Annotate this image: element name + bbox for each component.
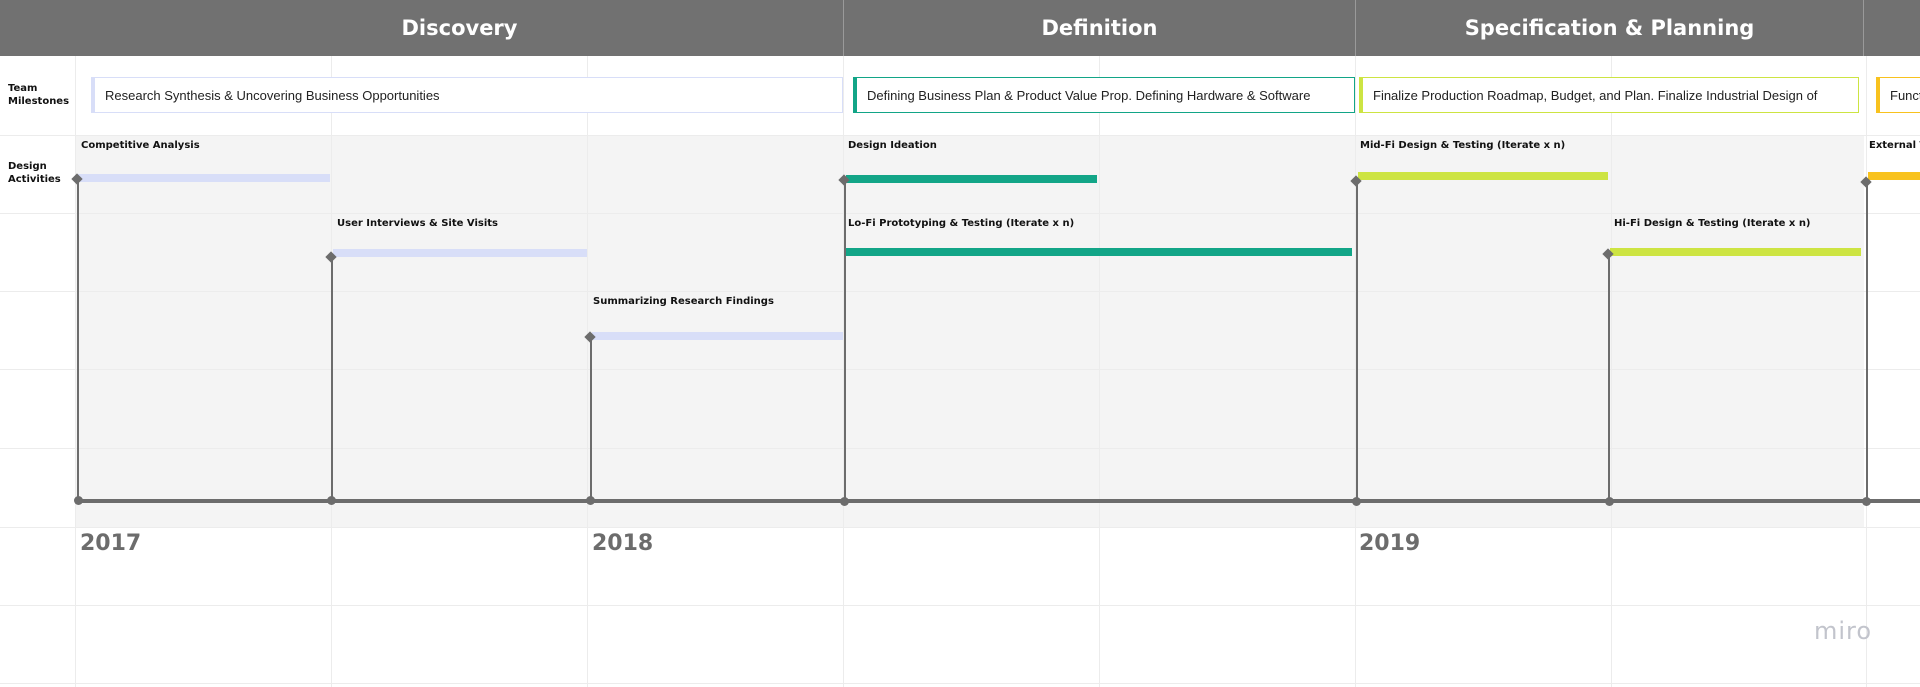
timeline-point <box>327 496 336 505</box>
phase-header-discovery: Discovery <box>76 0 843 56</box>
activity-bar[interactable] <box>1610 248 1861 256</box>
grid-line <box>587 56 588 687</box>
grid-line <box>0 213 1920 214</box>
year-label: 2019 <box>1359 531 1421 556</box>
activity-stem <box>590 337 592 501</box>
activity-stem <box>1866 182 1868 501</box>
activity-bar[interactable] <box>1868 172 1920 180</box>
activity-label: Summarizing Research Findings <box>593 296 774 307</box>
activity-stem <box>1356 180 1358 501</box>
activity-label: Competitive Analysis <box>81 140 200 151</box>
activity-stem <box>1608 254 1610 501</box>
grid-line <box>0 369 1920 370</box>
activity-label: Hi-Fi Design & Testing (Iterate x n) <box>1614 218 1811 229</box>
timeline-point <box>586 496 595 505</box>
milestone-text: Finalize Production Roadmap, Budget, and… <box>1373 87 1818 103</box>
grid-line <box>0 448 1920 449</box>
activity-bar[interactable] <box>846 248 1352 256</box>
grid-line <box>0 683 1920 684</box>
milestone-card[interactable]: Funct <box>1876 77 1920 113</box>
activity-bar[interactable] <box>846 175 1097 183</box>
miro-logo: miro <box>1814 617 1873 645</box>
grid-line <box>0 605 1920 606</box>
activity-bar[interactable] <box>1358 172 1608 180</box>
grid-line <box>0 291 1920 292</box>
activity-label: User Interviews & Site Visits <box>337 218 498 229</box>
milestone-text: Research Synthesis & Uncovering Business… <box>105 87 440 103</box>
activity-label: Lo-Fi Prototyping & Testing (Iterate x n… <box>848 218 1075 229</box>
grid-line <box>0 135 1920 136</box>
timeline-board: Discovery Definition Specification & Pla… <box>0 0 1920 687</box>
phase-header-definition: Definition <box>843 0 1355 56</box>
timeline-point <box>840 497 849 506</box>
activity-stem <box>844 180 846 501</box>
phase-header-next <box>1863 0 1920 56</box>
activity-label: Design Ideation <box>848 140 937 151</box>
activity-stem <box>77 180 79 501</box>
milestone-card[interactable]: Defining Business Plan & Product Value P… <box>853 77 1355 113</box>
year-label: 2018 <box>592 531 654 556</box>
activity-label: Mid-Fi Design & Testing (Iterate x n) <box>1360 140 1566 151</box>
grid-line <box>1099 56 1100 687</box>
activity-label: External Te <box>1869 140 1920 151</box>
row-label-design-activities: Design Activities <box>8 161 61 185</box>
year-label: 2017 <box>80 531 142 556</box>
grid-line <box>0 527 1920 528</box>
activity-bar[interactable] <box>78 174 330 182</box>
timeline-point <box>1862 497 1871 506</box>
grid-line <box>75 56 76 687</box>
phase-header-specification: Specification & Planning <box>1355 0 1863 56</box>
milestone-text: Funct <box>1890 87 1920 103</box>
timeline-point <box>74 496 83 505</box>
header-corner <box>0 0 76 56</box>
activity-bar[interactable] <box>592 332 843 340</box>
row-label-team-milestones: Team Milestones <box>8 83 70 107</box>
timeline-axis <box>78 499 1920 503</box>
timeline-point <box>1352 497 1361 506</box>
milestone-text: Defining Business Plan & Product Value P… <box>867 87 1311 103</box>
activity-bar[interactable] <box>333 249 587 257</box>
milestone-card[interactable]: Research Synthesis & Uncovering Business… <box>91 77 843 113</box>
activity-stem <box>331 258 333 501</box>
milestone-card[interactable]: Finalize Production Roadmap, Budget, and… <box>1359 77 1859 113</box>
grid-line <box>1611 56 1612 687</box>
design-activities-area <box>76 136 1864 527</box>
timeline-point <box>1605 497 1614 506</box>
